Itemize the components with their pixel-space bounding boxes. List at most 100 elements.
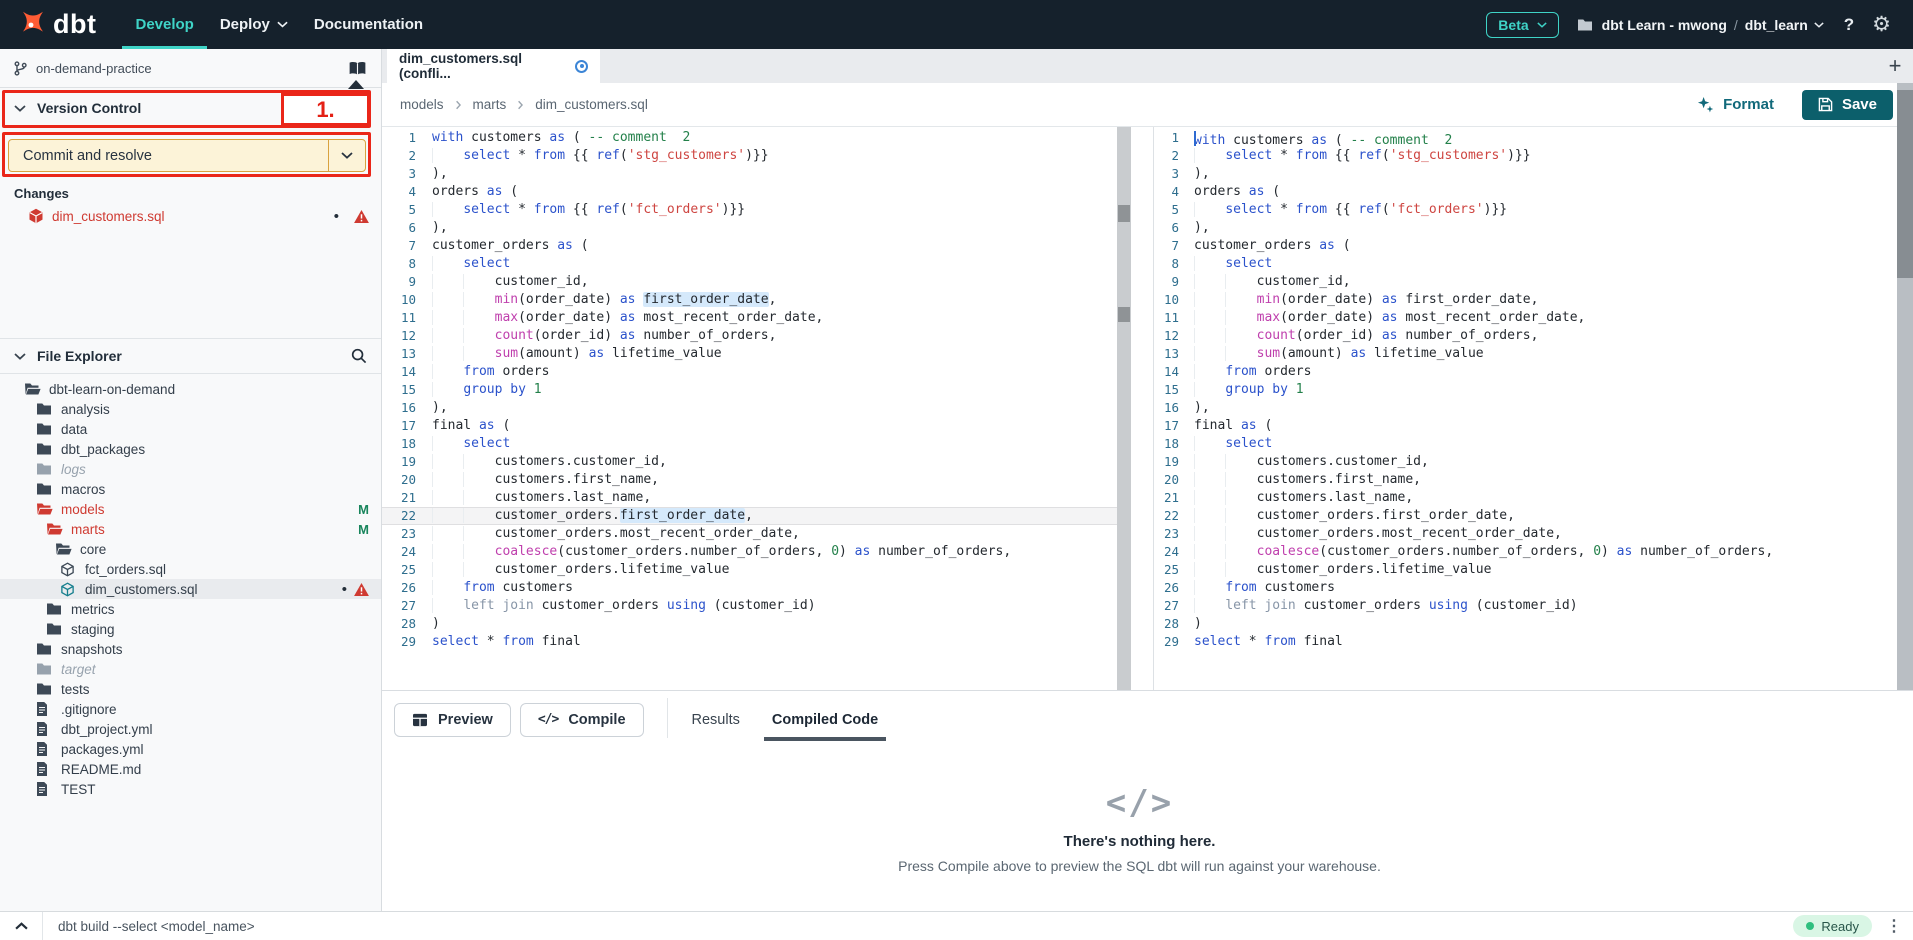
commit-and-resolve-button[interactable]: Commit and resolve	[8, 139, 366, 172]
code-line[interactable]: 10 min(order_date) as first_order_date,	[382, 291, 1117, 309]
code-line[interactable]: 8 select	[382, 255, 1117, 273]
format-button[interactable]: Format	[1697, 96, 1774, 113]
file-explorer-header[interactable]: File Explorer	[0, 338, 381, 374]
code-line[interactable]: 6),	[382, 219, 1117, 237]
kebab-menu-icon[interactable]: ⋮	[1886, 916, 1902, 936]
tree-item-tests[interactable]: tests	[0, 679, 381, 699]
editor-pane-right[interactable]: 1with customers as ( -- comment 22 selec…	[1153, 127, 1897, 690]
tree-item-macros[interactable]: macros	[0, 479, 381, 499]
code-line[interactable]: 24 coalesce(customer_orders.number_of_or…	[382, 543, 1117, 561]
tree-item-marts[interactable]: martsM	[0, 519, 381, 539]
chevron-up-icon[interactable]	[0, 912, 42, 940]
code-line[interactable]: 24 coalesce(customer_orders.number_of_or…	[1154, 543, 1897, 561]
code-line[interactable]: 28)	[1154, 615, 1897, 633]
code-line[interactable]: 27 left join customer_orders using (cust…	[1154, 597, 1897, 615]
code-line[interactable]: 11 max(order_date) as most_recent_order_…	[1154, 309, 1897, 327]
dbt-logo[interactable]: dbt	[0, 10, 122, 40]
tree-item-core[interactable]: core	[0, 539, 381, 559]
code-line[interactable]: 28)	[382, 615, 1117, 633]
code-line[interactable]: 12 count(order_id) as number_of_orders,	[382, 327, 1117, 345]
tree-item-packages.yml[interactable]: packages.yml	[0, 739, 381, 759]
code-line[interactable]: 23 customer_orders.most_recent_order_dat…	[1154, 525, 1897, 543]
beta-dropdown[interactable]: Beta	[1486, 12, 1558, 38]
code-line[interactable]: 3),	[382, 165, 1117, 183]
commit-options-chevron[interactable]	[328, 140, 365, 171]
tree-item-analysis[interactable]: analysis	[0, 399, 381, 419]
nav-develop[interactable]: Develop	[122, 0, 206, 49]
tree-item-fct_orders.sql[interactable]: fct_orders.sql	[0, 559, 381, 579]
editor-pane-left[interactable]: 1with customers as ( -- comment 22 selec…	[382, 127, 1117, 690]
project-dropdown[interactable]: dbt_learn	[1745, 17, 1824, 33]
code-line[interactable]: 19 customers.customer_id,	[382, 453, 1117, 471]
code-line[interactable]: 5 select * from {{ ref('fct_orders')}}	[1154, 201, 1897, 219]
code-line[interactable]: 4orders as (	[1154, 183, 1897, 201]
code-line[interactable]: 4orders as (	[382, 183, 1117, 201]
code-line[interactable]: 16),	[1154, 399, 1897, 417]
tree-item-dbt_packages[interactable]: dbt_packages	[0, 439, 381, 459]
tree-item-README.md[interactable]: README.md	[0, 759, 381, 779]
breadcrumb-models[interactable]: models	[400, 97, 444, 112]
code-line[interactable]: 2 select * from {{ ref('stg_customers')}…	[1154, 147, 1897, 165]
breadcrumb-marts[interactable]: marts	[473, 97, 507, 112]
tree-item-snapshots[interactable]: snapshots	[0, 639, 381, 659]
tree-item-dbt-learn-on-demand[interactable]: dbt-learn-on-demand	[0, 379, 381, 399]
nav-deploy[interactable]: Deploy	[207, 0, 301, 49]
version-control-header[interactable]: Version Control	[0, 88, 381, 128]
code-line[interactable]: 13 sum(amount) as lifetime_value	[382, 345, 1117, 363]
code-line[interactable]: 18 select	[382, 435, 1117, 453]
tree-item-TEST[interactable]: TEST	[0, 779, 381, 799]
tree-item-dbt_project.yml[interactable]: dbt_project.yml	[0, 719, 381, 739]
status-badge[interactable]: Ready	[1793, 915, 1872, 937]
code-line[interactable]: 20 customers.first_name,	[382, 471, 1117, 489]
code-line[interactable]: 9 customer_id,	[382, 273, 1117, 291]
left-pane-scrollbar[interactable]	[1117, 127, 1131, 690]
tree-item-data[interactable]: data	[0, 419, 381, 439]
nav-documentation[interactable]: Documentation	[301, 0, 436, 49]
code-line[interactable]: 21 customers.last_name,	[1154, 489, 1897, 507]
scrollbar-thumb[interactable]	[1118, 205, 1130, 222]
gear-icon[interactable]: ⚙	[1872, 14, 1891, 35]
code-line[interactable]: 17final as (	[1154, 417, 1897, 435]
code-line[interactable]: 15 group by 1	[382, 381, 1117, 399]
branch-row[interactable]: on-demand-practice	[0, 49, 381, 88]
code-line[interactable]: 14 from orders	[1154, 363, 1897, 381]
code-line[interactable]: 14 from orders	[382, 363, 1117, 381]
scrollbar-thumb[interactable]	[1118, 307, 1130, 322]
tree-item-logs[interactable]: logs	[0, 459, 381, 479]
command-input[interactable]: dbt build --select <model_name>	[43, 919, 1793, 934]
code-line[interactable]: 2 select * from {{ ref('stg_customers')}…	[382, 147, 1117, 165]
code-line[interactable]: 29select * from final	[1154, 633, 1897, 651]
tree-item-.gitignore[interactable]: .gitignore	[0, 699, 381, 719]
code-line[interactable]: 12 count(order_id) as number_of_orders,	[1154, 327, 1897, 345]
code-line[interactable]: 8 select	[1154, 255, 1897, 273]
preview-button[interactable]: Preview	[394, 703, 511, 737]
code-line[interactable]: 17final as (	[382, 417, 1117, 435]
code-line[interactable]: 22 customer_orders.first_order_date,	[382, 507, 1117, 525]
code-line[interactable]: 9 customer_id,	[1154, 273, 1897, 291]
save-button[interactable]: Save	[1802, 90, 1893, 120]
tree-item-models[interactable]: modelsM	[0, 499, 381, 519]
code-line[interactable]: 10 min(order_date) as first_order_date,	[1154, 291, 1897, 309]
code-line[interactable]: 3),	[1154, 165, 1897, 183]
code-line[interactable]: 25 customer_orders.lifetime_value	[1154, 561, 1897, 579]
code-line[interactable]: 1with customers as ( -- comment 2	[382, 129, 1117, 147]
code-line[interactable]: 6),	[1154, 219, 1897, 237]
code-line[interactable]: 18 select	[1154, 435, 1897, 453]
code-line[interactable]: 7customer_orders as (	[382, 237, 1117, 255]
code-line[interactable]: 13 sum(amount) as lifetime_value	[1154, 345, 1897, 363]
tab-dim-customers[interactable]: dim_customers.sql (confli...	[387, 49, 600, 83]
tree-item-staging[interactable]: staging	[0, 619, 381, 639]
tree-item-dim_customers.sql[interactable]: dim_customers.sql•	[0, 579, 381, 599]
code-line[interactable]: 15 group by 1	[1154, 381, 1897, 399]
code-line[interactable]: 25 customer_orders.lifetime_value	[382, 561, 1117, 579]
code-line[interactable]: 26 from customers	[382, 579, 1117, 597]
book-icon[interactable]	[348, 61, 367, 76]
code-line[interactable]: 22 customer_orders.first_order_date,	[1154, 507, 1897, 525]
breadcrumb-file[interactable]: dim_customers.sql	[535, 97, 648, 112]
search-icon[interactable]	[351, 348, 367, 364]
code-line[interactable]: 21 customers.last_name,	[382, 489, 1117, 507]
code-line[interactable]: 11 max(order_date) as most_recent_order_…	[382, 309, 1117, 327]
code-line[interactable]: 29select * from final	[382, 633, 1117, 651]
new-tab-button[interactable]: +	[1883, 49, 1907, 83]
code-line[interactable]: 1with customers as ( -- comment 2	[1154, 129, 1897, 147]
